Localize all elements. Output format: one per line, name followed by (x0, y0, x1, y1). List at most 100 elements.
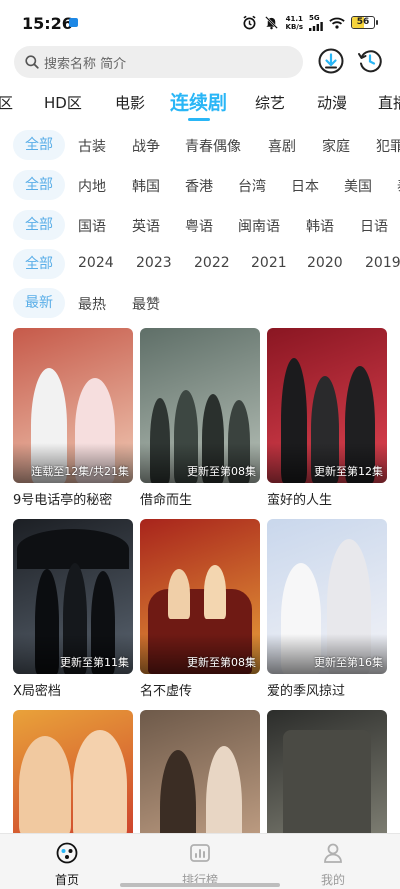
tab-series[interactable]: 连续剧 (170, 88, 227, 115)
history-icon (358, 50, 382, 73)
history-button[interactable] (356, 47, 384, 75)
filter-option[interactable]: 2024 (78, 255, 114, 271)
filter-option[interactable]: 美国 (344, 176, 372, 196)
filter-option[interactable]: 2022 (194, 255, 230, 271)
signal-icon: 5G (309, 14, 323, 31)
alarm-icon (242, 15, 258, 31)
net-speed-value: 41.1 (285, 14, 303, 23)
net-speed-unit: KB/s (285, 22, 303, 31)
filter-option[interactable]: 英语 (132, 216, 160, 236)
network-speed: 41.1 KB/s (286, 15, 303, 31)
home-icon (56, 842, 78, 864)
nav-item-home[interactable]: 首页 (37, 842, 97, 888)
filter-option[interactable]: 日本 (291, 176, 319, 196)
tab-anime[interactable]: 动漫 (317, 92, 347, 113)
filter-option[interactable]: 韩国 (132, 176, 160, 196)
filter-row-sort: 最新 最热 最赞 (0, 288, 400, 318)
episode-badge: 更新至第11集 (60, 656, 129, 669)
ranking-icon (190, 844, 210, 862)
tab-live[interactable]: 直播 (378, 92, 400, 113)
video-card[interactable]: 更新至第16集 爱的季风掠过 (267, 519, 387, 699)
filter-option[interactable]: 2019 (365, 255, 400, 271)
filter-row-genre: 全部 古装 战争 青春偶像 喜剧 家庭 犯罪 (0, 130, 400, 160)
tab-partial-zone[interactable]: 区 (0, 92, 13, 113)
filter-option[interactable]: 青春偶像 (185, 136, 241, 156)
mute-icon (264, 15, 280, 31)
filter-option[interactable]: 全部 (13, 170, 65, 200)
app-notification-icon (69, 18, 78, 27)
home-indicator (120, 883, 280, 887)
filter-option[interactable]: 内地 (78, 176, 106, 196)
filter-option[interactable]: 国语 (78, 216, 106, 236)
sort-option[interactable]: 最热 (78, 294, 106, 314)
battery-icon: 56 (351, 16, 378, 29)
poster-image: 更新至第11集 (13, 519, 133, 674)
signal-label: 5G (309, 14, 320, 22)
filter-option[interactable]: 日语 (360, 216, 388, 236)
episode-badge: 更新至第16集 (314, 656, 383, 669)
nav-label-home: 首页 (54, 873, 79, 887)
card-title: 爱的季风掠过 (267, 684, 346, 699)
filter-row-language: 全部 国语 英语 粤语 闽南语 韩语 日语 其他 (0, 210, 400, 240)
video-card[interactable]: 更新至第08集 借命而生 (140, 328, 260, 508)
episode-badge: 更新至第08集 (187, 465, 256, 478)
filter-option[interactable]: 台湾 (238, 176, 266, 196)
filter-option[interactable]: 全部 (13, 130, 65, 160)
filter-option[interactable]: 2020 (307, 255, 343, 271)
card-title: 借命而生 (140, 493, 193, 508)
nav-item-profile[interactable]: 我的 (303, 842, 363, 888)
filter-option[interactable]: 家庭 (322, 136, 350, 156)
status-bar: 15:26 41.1 KB/s 5G 56 (0, 0, 400, 46)
active-tab-indicator (188, 118, 210, 121)
sort-option[interactable]: 最赞 (132, 294, 160, 314)
episode-badge: 更新至第12集 (314, 465, 383, 478)
card-title: 名不虚传 (140, 684, 193, 699)
card-title: 蛮好的人生 (267, 493, 333, 508)
filter-row-year: 全部 2024 2023 2022 2021 2020 2019 (0, 249, 400, 279)
battery-level: 56 (356, 17, 370, 27)
search-input[interactable]: 搜索名称 简介 (14, 46, 303, 78)
status-time: 15:26 (22, 14, 73, 33)
status-indicators: 41.1 KB/s 5G 56 (242, 14, 378, 31)
video-card[interactable]: 连载至12集/共21集 9号电话亭的秘密 (13, 328, 133, 508)
wifi-icon (329, 15, 345, 31)
video-card[interactable]: 更新至第12集 蛮好的人生 (267, 328, 387, 508)
filter-option[interactable]: 喜剧 (268, 136, 296, 156)
episode-badge: 连载至12集/共21集 (31, 465, 129, 478)
tab-hd-zone[interactable]: HD区 (44, 92, 82, 113)
download-icon (318, 48, 344, 74)
filter-option[interactable]: 2021 (251, 255, 287, 271)
filter-option[interactable]: 香港 (185, 176, 213, 196)
filter-option[interactable]: 粤语 (185, 216, 213, 236)
video-card[interactable]: 更新至第08集 名不虚传 (140, 519, 260, 699)
nav-item-ranking[interactable]: 排行榜 (170, 842, 230, 888)
filter-row-region: 全部 内地 韩国 香港 台湾 日本 美国 泰国 (0, 170, 400, 200)
episode-badge: 更新至第08集 (187, 656, 256, 669)
poster-image: 更新至第16集 (267, 519, 387, 674)
filter-option[interactable]: 战争 (132, 136, 160, 156)
nav-label-profile: 我的 (320, 873, 345, 887)
filter-option[interactable]: 古装 (78, 136, 106, 156)
video-card[interactable]: 更新至第11集 X局密档 (13, 519, 133, 699)
card-title: X局密档 (13, 684, 61, 699)
card-title: 9号电话亭的秘密 (13, 493, 113, 508)
filter-option[interactable]: 韩语 (306, 216, 334, 236)
filter-option[interactable]: 全部 (13, 210, 65, 240)
poster-image: 更新至第08集 (140, 328, 260, 483)
search-placeholder: 搜索名称 简介 (44, 56, 127, 72)
poster-image: 更新至第08集 (140, 519, 260, 674)
poster-image: 连载至12集/共21集 (13, 328, 133, 483)
bottom-nav: 首页 排行榜 我的 (0, 833, 400, 889)
tab-variety[interactable]: 综艺 (255, 92, 285, 113)
poster-image: 更新至第12集 (267, 328, 387, 483)
filter-option[interactable]: 犯罪 (376, 136, 400, 156)
search-icon (25, 55, 39, 69)
category-tabs: 区 HD区 电影 连续剧 综艺 动漫 直播 (0, 86, 400, 120)
filter-option[interactable]: 全部 (13, 249, 65, 279)
filter-option[interactable]: 2023 (136, 255, 172, 271)
filter-option[interactable]: 闽南语 (238, 216, 280, 236)
profile-icon (324, 843, 342, 863)
tab-movies[interactable]: 电影 (115, 92, 145, 113)
download-button[interactable] (317, 47, 345, 75)
sort-option[interactable]: 最新 (13, 288, 65, 318)
